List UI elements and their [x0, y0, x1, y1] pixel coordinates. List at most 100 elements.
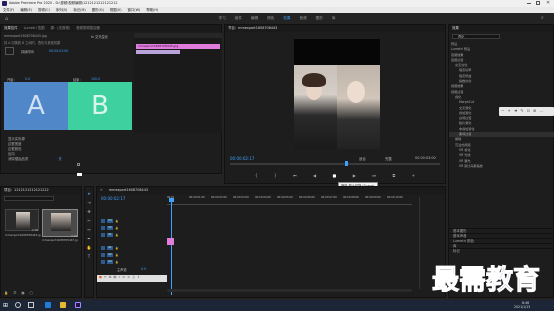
play-stop-button[interactable]: ■ — [333, 173, 337, 179]
tab-source[interactable]: 源：(无剪辑) — [50, 25, 70, 32]
list-view-icon[interactable]: ☰ — [13, 291, 16, 296]
lock-icon[interactable]: 🔒 — [4, 291, 8, 296]
crop-icon[interactable]: ⊏ — [122, 275, 125, 282]
effects-search-input[interactable]: 叠化 — [452, 34, 500, 39]
edge-icon[interactable] — [45, 302, 51, 308]
cut-icon[interactable]: ✂ — [104, 275, 107, 282]
track-label[interactable]: A2 — [107, 252, 113, 257]
go-to-in-icon[interactable]: ⏮ — [293, 173, 297, 179]
tab-sequence[interactable]: mmexport1608708443 — [109, 187, 148, 194]
program-timecode[interactable]: 00:00:02:17 — [230, 156, 254, 161]
fit-icon[interactable]: ⊡ — [527, 108, 530, 115]
track-label[interactable]: A1 — [107, 245, 113, 250]
export-frame-icon[interactable]: ⧉ — [392, 173, 395, 179]
track-label[interactable]: V2 — [107, 225, 113, 230]
workspace-tab[interactable]: 库 — [332, 16, 336, 21]
workspace-tab[interactable]: 编辑 — [251, 16, 258, 21]
step-forward-icon[interactable]: ▶ — [353, 173, 356, 179]
project-thumb-2[interactable] — [42, 209, 78, 237]
track-target-toggle[interactable] — [101, 245, 105, 250]
type-tool-icon[interactable]: T — [88, 254, 90, 259]
screenshot-icon[interactable]: ⌗ — [118, 275, 120, 282]
timeline-ruler[interactable]: 00:0000:00:01:0000:00:02:0000:00:03:0000… — [167, 195, 412, 205]
hand-icon[interactable]: ☚ — [514, 108, 518, 115]
copy-icon[interactable]: ⧉ — [109, 275, 111, 282]
effects-tree-item[interactable]: VR 默比乌斯缩放 — [449, 164, 554, 169]
tab-program[interactable]: 节目：mmexport1608708443 — [228, 25, 277, 32]
mic-icon[interactable]: ♫ — [132, 275, 135, 282]
track-target-toggle[interactable] — [101, 232, 105, 237]
antialias-value[interactable]: 关 — [58, 157, 61, 161]
tab-lumetri-scopes[interactable]: Lumetri 范围 — [24, 25, 45, 32]
workspace-tab[interactable]: 组件 — [235, 16, 242, 21]
plus-icon[interactable]: + — [507, 108, 510, 115]
start-button[interactable]: ⊞ — [3, 302, 10, 309]
v1-clip[interactable] — [167, 238, 174, 245]
track-label[interactable]: V3 — [107, 218, 113, 223]
tab-effects[interactable]: 效果 — [452, 25, 459, 32]
cortana-icon[interactable] — [15, 302, 21, 308]
slip-tool-icon[interactable]: ↔ — [87, 227, 90, 232]
duration-value[interactable]: 00:00:01:00 — [49, 49, 68, 53]
more-icon[interactable]: … — [539, 108, 543, 115]
step-back-icon[interactable]: ◀ — [313, 173, 316, 179]
lock-icon[interactable]: 🔒 — [115, 226, 118, 230]
mini-clip[interactable]: mmexport1608708443.jpg — [136, 44, 220, 49]
track-target-toggle[interactable] — [101, 218, 105, 223]
home-icon[interactable]: ⌂ — [5, 16, 8, 22]
timeline-timecode[interactable]: 00:00:02:17 — [101, 196, 125, 201]
new-item-icon[interactable]: ▢ — [30, 291, 33, 296]
lock-icon[interactable]: 🔒 — [115, 260, 118, 264]
firefox-icon[interactable]: ● — [99, 275, 102, 282]
project-search-input[interactable] — [4, 196, 54, 201]
lock-icon[interactable]: 🔒 — [115, 253, 118, 257]
playhead-head[interactable] — [169, 198, 174, 202]
workspace-tab[interactable]: 颜色 — [267, 16, 274, 21]
maximize-button[interactable] — [536, 1, 540, 5]
minus-icon[interactable]: − — [501, 108, 504, 115]
search-icon[interactable]: ⌕ — [541, 15, 544, 21]
resolution-dropdown[interactable]: 完整 — [385, 156, 392, 161]
program-playhead[interactable] — [345, 161, 348, 166]
close-tab-icon[interactable]: ✕ — [100, 187, 103, 194]
add-button-icon[interactable]: + — [412, 173, 415, 179]
track-label[interactable]: A3 — [107, 259, 113, 264]
workspace-tab[interactable]: 学习 — [219, 16, 226, 21]
tab-project[interactable]: 项目：1212121212121212 — [4, 187, 49, 194]
minimize-button[interactable] — [527, 3, 531, 4]
explorer-icon[interactable] — [60, 302, 66, 308]
icon-view-icon[interactable]: ▦ — [21, 291, 24, 296]
border-color-swatch[interactable] — [77, 173, 82, 176]
track-select-tool-icon[interactable]: ⇥ — [87, 200, 90, 205]
master-value[interactable]: 0.0 — [141, 267, 146, 271]
start-value[interactable]: 0.0 — [25, 77, 30, 81]
grid-icon[interactable]: ⊞ — [533, 108, 536, 115]
paste-icon[interactable]: ▤ — [113, 275, 116, 282]
lock-icon[interactable]: 🔒 — [115, 246, 118, 250]
timeline-playhead[interactable] — [171, 199, 172, 295]
go-to-out-icon[interactable]: ⏭ — [372, 173, 376, 179]
ripple-edit-tool-icon[interactable]: ✥ — [87, 209, 90, 214]
show-source-checkbox[interactable] — [77, 163, 80, 166]
razor-tool-icon[interactable]: ✂ — [87, 218, 90, 223]
play-transition-button[interactable] — [5, 47, 14, 55]
playhead-bar[interactable] — [230, 163, 440, 165]
lock-icon[interactable]: 🔒 — [115, 233, 118, 237]
workspace-tab-active[interactable]: 效果 — [283, 16, 290, 21]
track-target-toggle[interactable] — [101, 259, 105, 264]
clock-date[interactable]: 2021/1/15 — [514, 305, 530, 309]
fit-dropdown[interactable]: 适合 — [359, 156, 366, 161]
mark-in-icon[interactable]: { — [255, 173, 258, 179]
lock-icon[interactable]: 🔒 — [115, 219, 118, 223]
pen-tool-icon[interactable]: ✒ — [87, 236, 90, 241]
panel-markers[interactable]: 标记 — [449, 248, 554, 253]
track-target-toggle[interactable] — [101, 252, 105, 257]
track-target-toggle[interactable] — [101, 225, 105, 230]
end-value[interactable]: 100.0 — [91, 77, 100, 81]
workspace-tab[interactable]: 图形 — [316, 16, 323, 21]
close-button[interactable]: ✕ — [546, 0, 550, 6]
track-label[interactable]: V1 — [107, 232, 113, 237]
premiere-icon[interactable] — [75, 302, 81, 308]
link-icon[interactable]: ∞ — [127, 275, 130, 282]
task-view-icon[interactable] — [28, 302, 34, 308]
